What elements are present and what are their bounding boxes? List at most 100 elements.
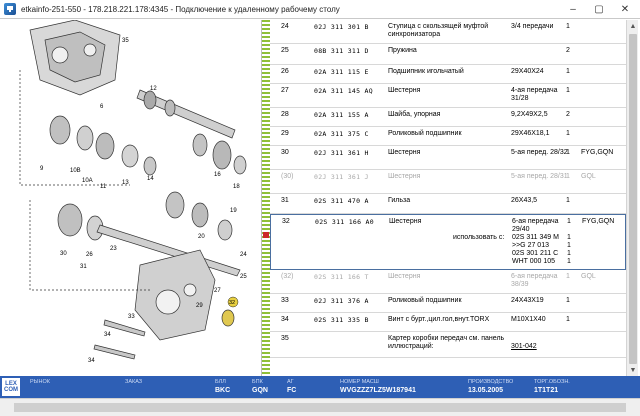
svg-text:11: 11 [100,184,107,190]
table-cell: 1 [567,242,571,249]
table-row[interactable]: 24 02J 311 301 B Ступица с скользящей муфт… [270,20,626,44]
svg-text:9: 9 [40,166,44,172]
svg-text:14: 14 [147,176,154,182]
table-cell: 26 [281,68,289,75]
svg-text:20: 20 [198,234,205,240]
svg-text:16: 16 [214,172,221,178]
table-cell: 9,2X49X2,5 [511,111,548,118]
table-row[interactable]: 27 02A 311 145 AQ Шестерня 4-ая передача 31… [270,84,626,108]
table-cell: 1 [566,273,570,280]
table-cell: Шестерня [388,149,421,156]
vehicle-info-bar: LEX COM РЫНОК ЗАКАЗ БЛЛ BKC БПК GQN АГ F… [0,376,640,398]
scroll-down-icon[interactable]: ▼ [627,364,639,376]
scroll-up-icon[interactable]: ▲ [627,20,639,32]
replacement-pn: WHT 000 105 [512,258,556,265]
table-cell: 3/4 передачи [511,23,554,30]
parts-table: 24 02J 311 301 B Ступица с скользящей муфт… [270,20,626,376]
svg-text:6: 6 [100,104,104,110]
close-button[interactable]: ✕ [612,0,638,19]
minimize-button[interactable]: – [560,0,586,19]
table-row[interactable]: 31 02S 311 470 A Гильза 26X43,5 1 [270,194,626,214]
replacement-pn: >>G 27 013 [512,242,549,249]
table-cell: Гильза [388,197,411,204]
table-row[interactable]: (32) 02S 311 166 T Шестерня 6-ая передача 3… [270,270,626,294]
table-cell: 5-ая перед. 28/32 [511,149,568,156]
trade-designation-value: 1T1T21 [534,387,559,394]
remote-desktop-icon [4,3,16,15]
svg-text:19: 19 [230,208,237,214]
table-cell: 31 [281,197,289,204]
table-cell: 2 [566,47,570,54]
table-cell: 24X43X19 [511,297,544,304]
table-row[interactable]: 26 02A 311 115 E Подшипник игольчатый 29X40… [270,65,626,84]
table-cell: 2 [566,111,570,118]
svg-text:13: 13 [122,180,129,186]
table-cell: Пружина [388,47,417,54]
window-title: etkainfo-251-550 - 178.218.221.178:4345 … [21,4,340,14]
table-cell: M10X1X40 [511,316,546,323]
table-cell: 1 [566,316,570,323]
svg-text:34: 34 [88,358,95,364]
svg-text:24: 24 [240,252,247,258]
table-cell: 25 [281,47,289,54]
table-cell: 29 [281,130,289,137]
table-cell: 1 [566,297,570,304]
table-row[interactable]: 33 02J 311 376 A Роликовый подшипник 24X43X… [270,294,626,313]
production-date-value: 13.05.2005 [468,387,504,394]
table-row[interactable]: 34 02S 311 335 B Винт с бурт.,цил.гол,внут… [270,313,626,332]
horizontal-scrollbar[interactable] [0,398,640,416]
svg-text:25: 25 [240,274,247,280]
table-cell: 1 [566,197,570,204]
lexcom-logo: LEX COM [2,378,20,396]
table-cell: Винт с бурт.,цил.гол,внут.TORX [388,316,490,323]
table-row[interactable]: 30 02J 311 361 H Шестерня 5-ая перед. 28/32… [270,146,626,170]
scroll-thumb[interactable] [629,34,637,364]
table-cell: 1 [567,218,571,225]
svg-text:12: 12 [150,86,157,92]
table-cell: 1 [566,23,570,30]
table-cell: 1 [566,87,570,94]
table-cell: Роликовый подшипник [388,297,462,304]
selected-row-marker [263,232,269,238]
svg-text:33: 33 [128,314,135,320]
svg-text:26: 26 [86,252,93,258]
svg-text:27: 27 [214,288,221,294]
vin-value: WVGZZZ7LZ5W187941 [340,387,416,394]
table-cell: GQL [581,173,596,180]
table-row[interactable]: 25 08B 311 311 D Пружина 2 [270,44,626,65]
ag-value: FC [287,387,297,394]
bll-value: BKC [215,387,231,394]
table-row-selected[interactable]: 32 02S 311 166 A0 Шестерня 6-ая передача 29… [270,214,626,270]
table-cell: 1 [567,234,571,241]
maximize-button[interactable]: ▢ [586,0,612,19]
table-cell: FYG,GQN [581,149,614,156]
table-cell: FYG,GQN [582,218,615,225]
table-cell: Шестерня [388,173,421,180]
table-cell: Подшипник игольчатый [388,68,464,75]
table-cell: Шестерня [388,87,421,94]
table-cell: 27 [281,87,289,94]
table-row[interactable]: 28 02A 311 155 A Шайба, упорная 9,2X49X2,5 2 [270,108,626,127]
svg-text:30: 30 [60,251,67,257]
table-cell: 1 [566,130,570,137]
table-cell: 34 [281,316,289,323]
illustration-link[interactable]: 301-042 [511,343,569,351]
selection-indicator-strip [262,20,270,376]
table-cell: 1 [567,250,571,257]
table-cell: Шестерня [388,273,421,280]
table-cell: 1 [566,149,570,156]
table-cell: 4-ая передача 31/28 [511,87,558,102]
bpk-value: GQN [252,387,268,394]
table-cell: 1 [566,68,570,75]
table-row[interactable]: (30) 02J 311 361 J Шестерня 5-ая перед. 28/… [270,170,626,194]
hscroll-thumb[interactable] [14,403,626,412]
table-cell: 301-042 [511,343,537,350]
illustration-pane: 35 12 6 9 10B 10A 11 13 14 16 18 19 20 2… [0,20,262,376]
table-cell: 1 [567,258,571,265]
table-row[interactable]: 35 Картер коробки передач см. панель иллю… [270,332,626,358]
table-cell: 30 [281,149,289,156]
table-cell: GQL [581,273,596,280]
table-row[interactable]: 29 02A 311 375 C Роликовый подшипник 29X46X… [270,127,626,146]
vertical-scrollbar[interactable]: ▲ ▼ [626,20,638,376]
svg-text:29: 29 [196,303,203,309]
